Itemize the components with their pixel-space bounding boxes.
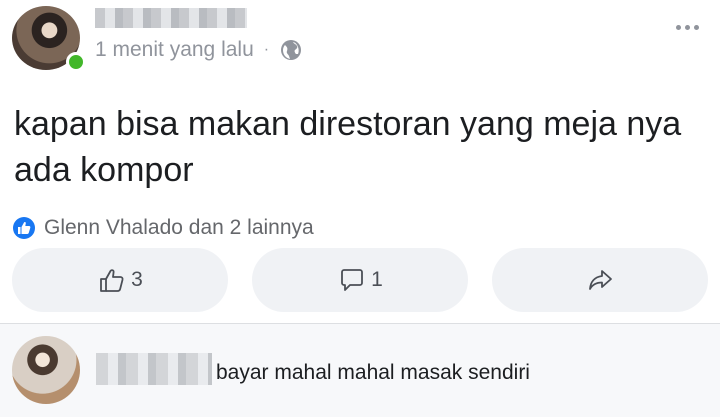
like-count: 3: [131, 268, 143, 291]
more-dot: [676, 24, 681, 30]
commenter-avatar[interactable]: [12, 336, 80, 404]
like-button[interactable]: 3: [12, 248, 228, 312]
post-timestamp[interactable]: 1 menit yang lalu: [95, 38, 254, 62]
author-name-redacted[interactable]: [95, 8, 247, 28]
share-button[interactable]: [492, 248, 708, 312]
commenter-name-redacted[interactable]: [96, 353, 212, 385]
like-badge-icon: [13, 217, 35, 239]
comment-button[interactable]: 1: [252, 248, 468, 312]
globe-icon[interactable]: [279, 38, 303, 62]
online-status-indicator: [66, 52, 86, 72]
reactions-summary-text[interactable]: Glenn Vhalado dan 2 lainnya: [44, 216, 314, 240]
more-dot: [685, 24, 690, 30]
thumbs-up-icon: [100, 269, 124, 292]
post-meta: 1 menit yang lalu ·: [95, 36, 303, 64]
comment-text: bayar mahal mahal masak sendiri: [216, 361, 530, 384]
more-dot: [694, 24, 699, 30]
post-text: kapan bisa makan direstoran yang meja ny…: [14, 105, 682, 189]
comment-icon: [341, 269, 364, 291]
reactions-summary[interactable]: Glenn Vhalado dan 2 lainnya: [12, 214, 314, 242]
more-options-button[interactable]: [676, 16, 708, 38]
post-header: 1 menit yang lalu ·: [0, 0, 720, 80]
comment-count: 1: [371, 268, 383, 291]
meta-separator: ·: [263, 41, 270, 58]
action-bar: 3 1: [12, 248, 708, 312]
share-icon: [589, 270, 612, 290]
